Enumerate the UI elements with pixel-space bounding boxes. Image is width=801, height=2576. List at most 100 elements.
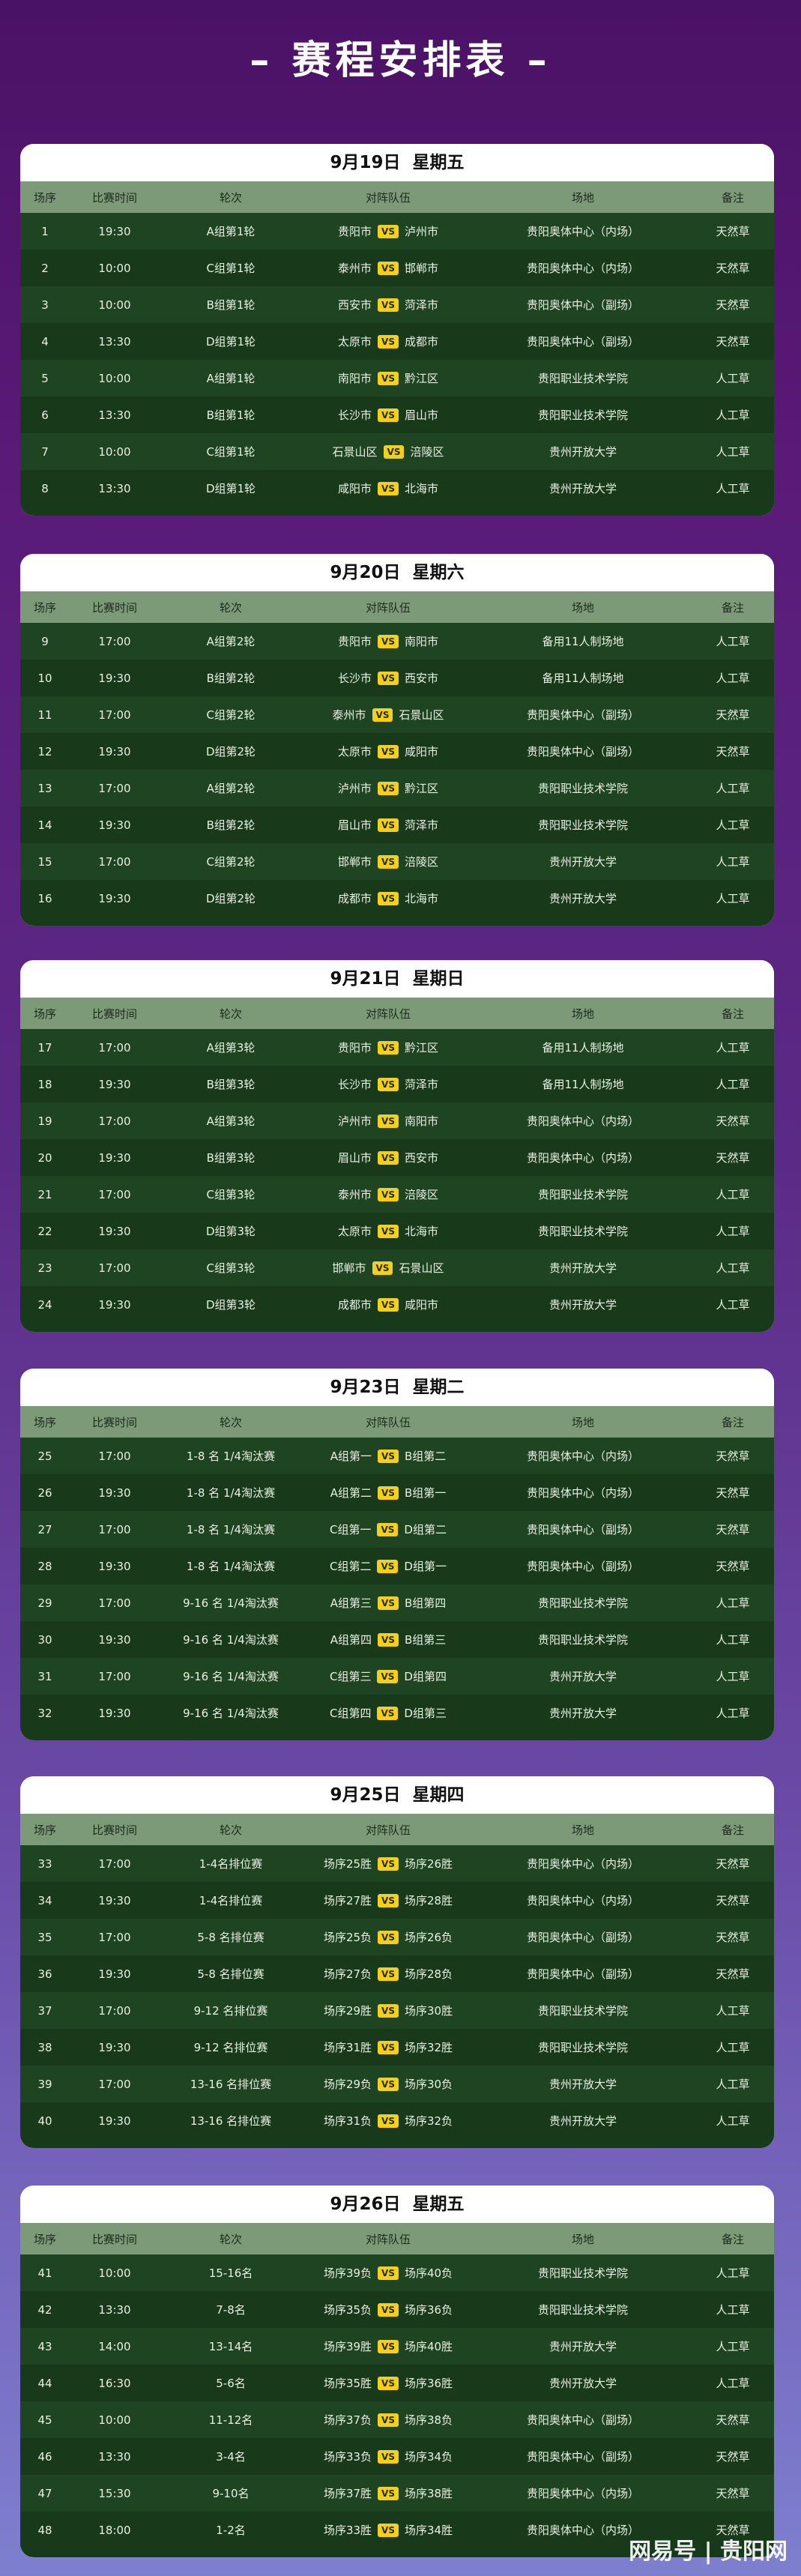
day-card: 9月21日 星期日 场序 比赛时间 轮次 对阵队伍 场地 备注 17 17:00 A组第3轮 贵阳市 V… <box>20 960 774 1332</box>
home-team: 场序39负 <box>323 2266 372 2280</box>
match-round: 5-8 名排位赛 <box>197 1967 265 1981</box>
column-header: 轮次 <box>219 190 242 205</box>
match-time: 17:00 <box>98 2003 131 2018</box>
match-time: 19:30 <box>98 671 131 685</box>
match-teams: 咸阳市 VS 北海市 <box>302 480 474 496</box>
match-teams: C组第一 VS D组第二 <box>302 1521 474 1537</box>
match-note: 人工草 <box>716 818 750 832</box>
home-team: A组第一 <box>330 1450 372 1463</box>
match-time: 17:00 <box>98 1261 131 1275</box>
match-time: 13:30 <box>98 481 131 495</box>
away-team: 北海市 <box>404 482 438 495</box>
day-header: 9月20日 星期六 <box>20 554 774 591</box>
match-note: 人工草 <box>716 855 750 869</box>
home-team: 场序29胜 <box>323 2004 372 2018</box>
match-round: 9-16 名 1/4淘汰赛 <box>183 1707 279 1720</box>
match-round: D组第3轮 <box>205 1298 256 1312</box>
match-teams: 场序33负 VS 场序34负 <box>302 2449 474 2464</box>
match-teams: 场序27负 VS 场序28负 <box>302 1966 474 1982</box>
match-venue: 备用11人制场地 <box>542 672 624 685</box>
vs-badge: VS <box>378 781 399 795</box>
match-teams: 成都市 VS 北海市 <box>302 890 474 906</box>
match-venue: 贵州开放大学 <box>548 2340 617 2353</box>
match-time: 19:30 <box>98 1077 131 1091</box>
table-row: 32 19:30 9-16 名 1/4淘汰赛 C组第四 VS D组第三 贵州开放大学 人工草 <box>20 1695 774 1731</box>
match-time: 13:30 <box>98 2449 131 2464</box>
match-teams: 场序35负 VS 场序36负 <box>302 2302 474 2317</box>
table-row: 4 13:30 D组第1轮 太原市 VS 成都市 贵阳奥体中心（副场） 天然草 <box>20 323 774 360</box>
match-time: 19:30 <box>98 891 131 905</box>
match-teams: 场序39负 VS 场序40负 <box>302 2265 474 2281</box>
column-header: 场地 <box>571 600 594 615</box>
table-header-row: 场序 比赛时间 轮次 对阵队伍 场地 备注 <box>20 998 774 1029</box>
vs-badge: VS <box>377 1669 399 1683</box>
match-teams: 泰州市 VS 石景山区 <box>302 707 474 723</box>
match-round: B组第2轮 <box>206 672 256 685</box>
vs-badge: VS <box>378 334 399 349</box>
day-weekday: 星期六 <box>412 563 465 582</box>
vs-badge: VS <box>378 2376 399 2390</box>
table-header-row: 场序 比赛时间 轮次 对阵队伍 场地 备注 <box>20 181 774 213</box>
match-teams: 场序39胜 VS 场序40胜 <box>302 2338 474 2354</box>
home-team: 场序35胜 <box>323 2377 372 2390</box>
vs-badge: VS <box>378 2339 399 2353</box>
column-header: 场序 <box>33 190 56 205</box>
column-header: 备注 <box>721 2232 744 2246</box>
match-note: 人工草 <box>716 445 750 459</box>
day-card: 9月26日 星期五 场序 比赛时间 轮次 对阵队伍 场地 备注 41 10:00 15-16名 场序3… <box>20 2186 774 2557</box>
match-number: 34 <box>37 1893 52 1907</box>
match-number: 11 <box>37 708 52 722</box>
away-team: 菏泽市 <box>404 298 438 312</box>
table-row: 26 19:30 1-8 名 1/4淘汰赛 A组第二 VS B组第一 贵阳奥体中心（内场） 天… <box>20 1474 774 1511</box>
away-team: 场序30负 <box>404 2078 453 2091</box>
table-header-row: 场序 比赛时间 轮次 对阵队伍 场地 备注 <box>20 2223 774 2254</box>
match-teams: 场序31负 VS 场序32负 <box>302 2113 474 2129</box>
match-number: 23 <box>37 1261 52 1275</box>
away-team: 涪陵区 <box>410 445 444 459</box>
match-round: 3-4名 <box>216 2450 246 2464</box>
match-round: 1-8 名 1/4淘汰赛 <box>186 1560 276 1573</box>
away-team: D组第四 <box>404 1670 447 1683</box>
match-venue: 贵阳奥体中心（内场） <box>526 1486 639 1500</box>
match-time: 17:00 <box>98 854 131 869</box>
column-header: 轮次 <box>219 2232 242 2246</box>
match-note: 人工草 <box>716 2114 750 2128</box>
column-header: 场地 <box>571 190 594 205</box>
match-note: 人工草 <box>716 2041 750 2054</box>
table-row: 11 17:00 C组第2轮 泰州市 VS 石景山区 贵阳奥体中心（副场） 天然草 <box>20 696 774 733</box>
match-note: 天然草 <box>716 1450 750 1463</box>
match-number: 35 <box>37 1930 52 1944</box>
match-number: 40 <box>37 2114 52 2128</box>
column-header: 比赛时间 <box>91 1415 137 1429</box>
match-venue: 贵阳奥体中心（副场） <box>526 335 639 349</box>
vs-badge: VS <box>378 2266 399 2280</box>
match-venue: 贵阳奥体中心（内场） <box>526 1894 639 1907</box>
home-team: 太原市 <box>338 745 372 758</box>
match-note: 天然草 <box>716 1894 750 1907</box>
match-time: 16:30 <box>98 2376 131 2390</box>
home-team: 泰州市 <box>332 708 366 722</box>
match-round: 5-6名 <box>216 2377 246 2390</box>
match-teams: C组第二 VS D组第一 <box>302 1558 474 1574</box>
column-header: 轮次 <box>219 1823 242 1837</box>
match-teams: 眉山市 VS 西安市 <box>302 1150 474 1165</box>
away-team: 场序40负 <box>404 2266 453 2280</box>
table-row: 45 10:00 11-12名 场序37负 VS 场序38负 贵阳奥体中心（副场） 天然草 <box>20 2401 774 2438</box>
table-row: 5 10:00 A组第1轮 南阳市 VS 黔江区 贵阳职业技术学院 人工草 <box>20 360 774 396</box>
home-team: 太原市 <box>338 335 372 349</box>
column-header: 备注 <box>721 1415 744 1429</box>
day-date: 9月20日 <box>330 563 401 582</box>
match-number: 7 <box>41 444 49 459</box>
table-row: 1 19:30 A组第1轮 贵阳市 VS 泸州市 贵阳奥体中心（内场） 天然草 <box>20 213 774 250</box>
column-header: 场序 <box>33 600 56 615</box>
match-round: 1-8 名 1/4淘汰赛 <box>186 1450 276 1463</box>
match-round: C组第2轮 <box>206 855 256 869</box>
match-teams: A组第三 VS B组第四 <box>302 1595 474 1611</box>
match-time: 19:30 <box>98 1485 131 1500</box>
match-number: 2 <box>41 261 49 275</box>
match-time: 10:00 <box>98 371 131 385</box>
day-weekday: 星期二 <box>412 1378 465 1397</box>
match-round: 9-12 名排位赛 <box>193 2004 268 2018</box>
match-teams: 邯郸市 VS 涪陵区 <box>302 854 474 869</box>
match-round: D组第2轮 <box>205 892 256 905</box>
